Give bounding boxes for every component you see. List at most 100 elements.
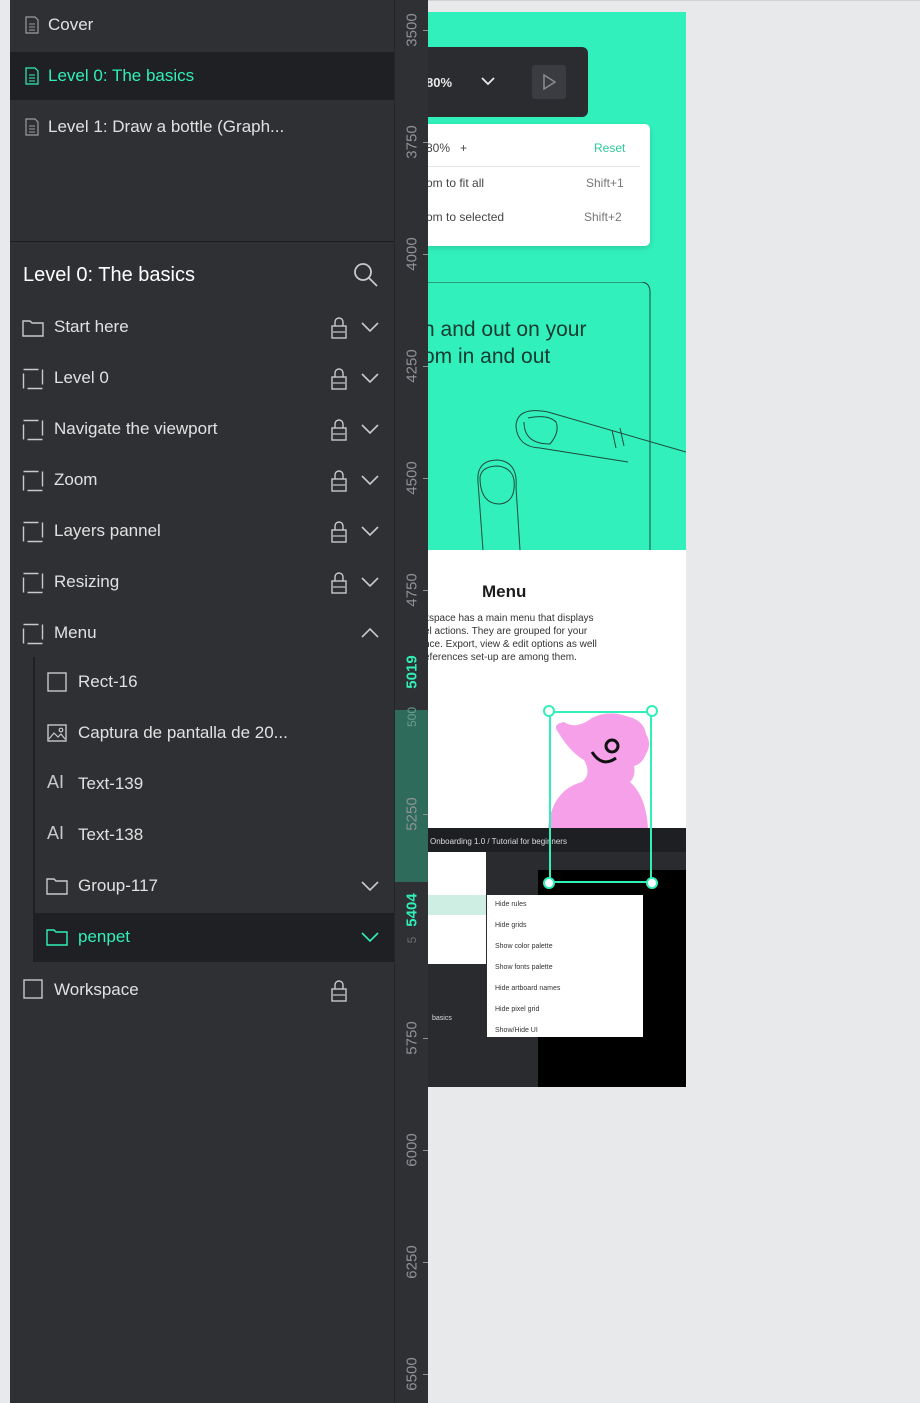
lock-icon[interactable]	[330, 368, 348, 390]
resize-handle-bottom-left[interactable]	[543, 877, 555, 889]
chevron-down-icon[interactable]	[360, 575, 380, 589]
chevron-down-icon[interactable]	[360, 422, 380, 436]
screenshot-menu-item: Hide grids	[495, 922, 527, 929]
lock-icon[interactable]	[330, 470, 348, 492]
ruler-label: 5750	[403, 1021, 421, 1055]
layer-label: penpet	[78, 927, 130, 946]
ruler-label-dim: 5	[405, 936, 419, 944]
lock-icon[interactable]	[330, 572, 348, 594]
folder-icon	[22, 320, 44, 337]
screenshot-view-menu: Hide rules Hide grids Show color palette…	[487, 895, 643, 1037]
vertical-ruler[interactable]: 3500 3750 4000 4250 4500 4750 5019 500 5…	[394, 0, 429, 1403]
layer-start-here[interactable]: Start here	[10, 302, 394, 353]
layer-penpet[interactable]: penpet	[34, 913, 394, 962]
folder-icon	[46, 929, 68, 946]
rect-icon	[23, 979, 43, 999]
menu-section-text: kspace has a main menu that displays	[428, 613, 594, 624]
page-icon	[25, 67, 39, 85]
layer-zoom[interactable]: Zoom	[10, 455, 394, 506]
layer-menu[interactable]: Menu	[10, 608, 394, 659]
chevron-down-icon[interactable]	[360, 473, 380, 487]
board-icon	[22, 521, 44, 543]
menu-section-text: el actions. They are grouped for your	[428, 626, 588, 637]
resize-handle-top-left[interactable]	[543, 705, 555, 717]
zoom-menu-row: 80% + Reset	[428, 129, 650, 163]
chevron-down-icon[interactable]	[360, 371, 380, 385]
page-label: Level 0: The basics	[48, 66, 195, 85]
chevron-down-icon[interactable]	[360, 930, 380, 944]
layer-resizing[interactable]: Resizing	[10, 557, 394, 608]
layer-label: Text-139	[78, 774, 144, 793]
ruler-label: 4500	[403, 461, 421, 495]
sidebar: Cover Level 0: The basics Level 1: Draw …	[10, 0, 394, 1403]
selection-box[interactable]	[549, 711, 652, 883]
layer-captura[interactable]: Captura de pantalla de 20...	[10, 708, 394, 759]
play-icon	[543, 74, 556, 90]
screenshot-left-menu	[428, 852, 486, 964]
zoom-menu-plus: +	[460, 141, 468, 155]
chevron-down-icon	[481, 77, 495, 86]
layer-rect-16[interactable]: Rect-16	[10, 657, 394, 708]
ruler-selection-highlight	[395, 710, 429, 882]
lock-icon[interactable]	[330, 980, 348, 1002]
search-icon[interactable]	[352, 261, 380, 289]
page-icon	[25, 16, 39, 34]
resize-handle-bottom-right[interactable]	[646, 877, 658, 889]
layer-label: Zoom	[54, 470, 98, 489]
pages-divider	[10, 241, 394, 242]
zoom-menu-selected: om to selected	[428, 210, 505, 224]
page-item-cover[interactable]: Cover	[10, 1, 394, 49]
page-item-level-0[interactable]: Level 0: The basics	[10, 52, 394, 100]
chevron-down-icon[interactable]	[360, 879, 380, 893]
zoom-menu-shortcut: Shift+2	[584, 210, 622, 224]
board-icon	[22, 572, 44, 594]
play-button-mock	[532, 65, 566, 99]
page-icon	[25, 118, 39, 136]
layer-text-138[interactable]: AI Text-138	[10, 810, 394, 861]
layer-label: Group-117	[78, 876, 159, 895]
screenshot-menu-item: Hide pixel grid	[495, 1006, 540, 1013]
lock-icon[interactable]	[330, 419, 348, 441]
ruler-label-dim: 500	[405, 706, 419, 728]
lock-icon[interactable]	[330, 521, 348, 543]
layer-layers-pannel[interactable]: Layers pannel	[10, 506, 394, 557]
layer-text-139[interactable]: AI Text-139	[10, 759, 394, 810]
chevron-up-icon[interactable]	[360, 626, 380, 640]
menu-section-text: nce. Export, view & edit options as well	[428, 639, 597, 650]
ruler-label: 3500	[403, 13, 421, 47]
page-label: Level 1: Draw a bottle (Graph...	[48, 117, 285, 136]
screenshot-basics-label: basics	[432, 1015, 452, 1022]
resize-handle-top-right[interactable]	[646, 705, 658, 717]
artboard[interactable]: 80% 80% + Reset om to fit all Shift+1 om…	[428, 12, 686, 1087]
layers-title: Level 0: The basics	[23, 264, 195, 286]
page-item-level-1[interactable]: Level 1: Draw a bottle (Graph...	[10, 103, 394, 151]
screenshot-menu-item: Show color palette	[495, 943, 553, 950]
ruler-selection-end: 5404	[403, 893, 421, 927]
layer-label: Navigate the viewport	[54, 419, 218, 438]
layer-label: Workspace	[54, 980, 139, 999]
screenshot-menu-item: Hide rules	[495, 901, 527, 908]
ruler-selection-start: 5019	[403, 655, 421, 689]
canvas-viewport[interactable]: 80% 80% + Reset om to fit all Shift+1 om…	[428, 0, 920, 1403]
zoom-menu-row: om to selected Shift+2	[428, 198, 650, 232]
layer-label: Resizing	[54, 572, 120, 591]
ruler-label: 6500	[403, 1357, 421, 1391]
layer-level-0[interactable]: Level 0	[10, 353, 394, 404]
layer-label: Layers pannel	[54, 521, 161, 540]
layer-group-117[interactable]: Group-117	[10, 861, 394, 912]
illustration-text: om in and out	[428, 345, 551, 368]
chevron-down-icon[interactable]	[360, 524, 380, 538]
lock-icon[interactable]	[330, 317, 348, 339]
layer-label: Rect-16	[78, 672, 138, 691]
page-label: Cover	[48, 15, 94, 34]
zoom-menu-reset: Reset	[594, 141, 626, 155]
board-icon	[22, 623, 44, 645]
layer-navigate-viewport[interactable]: Navigate the viewport	[10, 404, 394, 455]
layer-workspace[interactable]: Workspace	[10, 965, 394, 1016]
zoom-menu-fit-all: om to fit all	[428, 176, 485, 190]
chevron-down-icon[interactable]	[360, 320, 380, 334]
layer-label: Menu	[54, 623, 97, 642]
text-icon: AI	[47, 823, 65, 843]
zoom-menu-shortcut: Shift+1	[586, 176, 624, 190]
menu-section-text: eferences set-up are among them.	[428, 652, 577, 663]
